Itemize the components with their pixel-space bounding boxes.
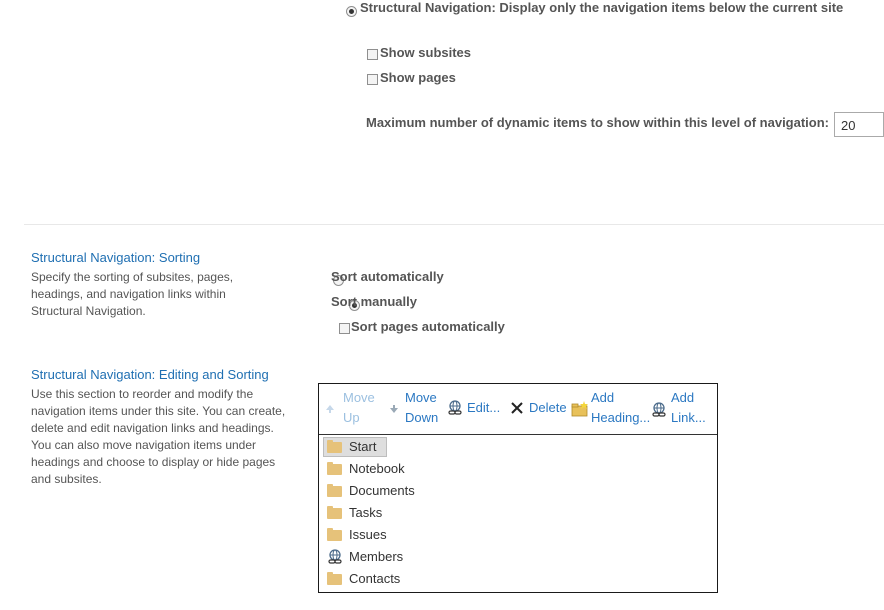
add-link-label-line1: Add <box>671 390 695 405</box>
tree-item-label: Tasks <box>349 505 383 520</box>
link-icon <box>328 549 342 564</box>
tree-item-documents[interactable]: Documents <box>327 481 447 501</box>
navigation-toolbar: Move Up Move Down Edit... Delete Add Hea… <box>319 384 717 435</box>
tree-item-label: Issues <box>349 527 387 542</box>
show-pages-label: Show pages <box>380 70 456 85</box>
folder-icon <box>327 462 342 475</box>
tree-item-members[interactable]: Members <box>327 547 447 567</box>
tree-item-label: Contacts <box>349 571 401 586</box>
add-link-label-line2: Link... <box>671 410 706 425</box>
max-items-input[interactable]: 20 <box>834 112 884 137</box>
sort-manually-label: Sort manually <box>331 294 417 309</box>
tree-item-tasks[interactable]: Tasks <box>327 503 447 523</box>
max-items-label: Maximum number of dynamic items to show … <box>366 115 830 130</box>
delete-button[interactable]: Delete <box>509 388 571 430</box>
section-divider <box>24 224 884 225</box>
tree-item-issues[interactable]: Issues <box>327 525 447 545</box>
move-down-label-line2: Down <box>405 410 439 425</box>
tree-item-label: Documents <box>349 483 415 498</box>
sort-automatically-label: Sort automatically <box>331 269 444 284</box>
folder-icon <box>327 484 342 497</box>
folder-icon <box>327 528 342 541</box>
folder-icon <box>327 506 342 519</box>
tree-item-start[interactable]: Start <box>323 437 397 457</box>
tree-item-label: Members <box>349 549 404 564</box>
tree-item-contacts[interactable]: Contacts <box>327 569 447 589</box>
move-up-label-line2: Up <box>343 410 360 425</box>
add-link-button[interactable]: Add Link... <box>651 388 715 430</box>
edit-button[interactable]: Edit... <box>447 388 505 430</box>
move-up-label-line1: Move <box>343 390 375 405</box>
tree-item-label: Start <box>349 439 377 454</box>
tree-item-label: Notebook <box>349 461 405 476</box>
navigation-editor-panel: Move Up Move Down Edit... Delete Add Hea… <box>318 383 718 593</box>
show-subsites-label: Show subsites <box>380 45 472 60</box>
structural-navigation-label: Structural Navigation: Display only the … <box>360 0 844 15</box>
structural-navigation-radio[interactable] <box>346 6 357 17</box>
editing-section-title: Structural Navigation: Editing and Sorti… <box>31 367 269 382</box>
add-heading-label-line2: Heading... <box>591 410 651 425</box>
editing-section-description: Use this section to reorder and modify t… <box>31 387 286 486</box>
edit-label: Edit... <box>467 400 501 415</box>
link-edit-icon <box>448 400 462 415</box>
tree-item-notebook[interactable]: Notebook <box>327 459 447 479</box>
sort-pages-automatically-checkbox[interactable] <box>339 323 350 334</box>
add-link-icon <box>652 402 666 417</box>
show-subsites-checkbox[interactable] <box>367 49 378 60</box>
add-heading-button[interactable]: Add Heading... <box>571 388 651 430</box>
add-heading-label-line1: Add <box>591 390 615 405</box>
move-down-label-line1: Move <box>405 390 437 405</box>
sort-pages-automatically-label: Sort pages automatically <box>351 319 505 334</box>
arrow-down-icon <box>390 405 398 413</box>
folder-icon <box>327 572 342 585</box>
arrow-up-icon <box>326 405 334 413</box>
show-pages-checkbox[interactable] <box>367 74 378 85</box>
delete-label: Delete <box>529 400 567 415</box>
sorting-section-title: Structural Navigation: Sorting <box>31 250 201 265</box>
folder-icon <box>327 440 342 453</box>
move-down-button[interactable]: Move Down <box>389 388 445 430</box>
delete-x-icon <box>511 402 523 414</box>
move-up-button[interactable]: Move Up <box>325 388 385 430</box>
new-folder-icon <box>571 401 588 417</box>
sorting-section-description: Specify the sorting of subsites, pages, … <box>31 270 234 318</box>
